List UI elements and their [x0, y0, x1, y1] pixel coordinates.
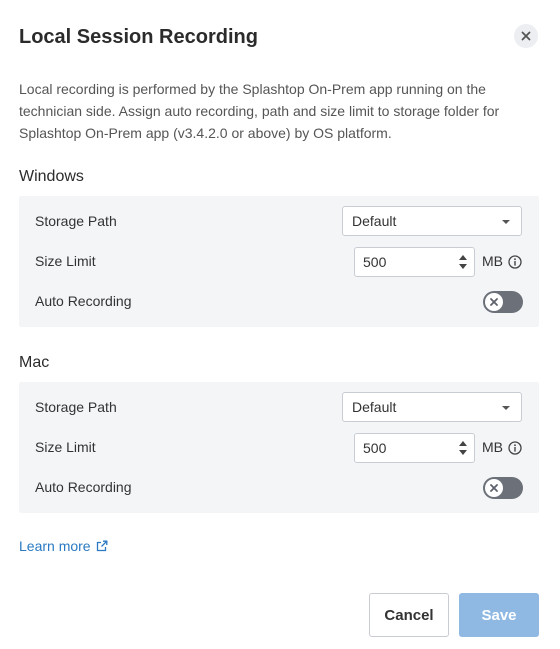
mac-section-title: Mac — [19, 354, 50, 371]
chevron-down-icon — [502, 220, 510, 224]
windows-auto-recording-label: Auto Recording — [35, 293, 132, 309]
cancel-button[interactable]: Cancel — [369, 593, 449, 637]
windows-size-limit-value: 500 — [363, 254, 387, 270]
mac-storage-path-select[interactable]: Default — [342, 392, 522, 422]
windows-section-title: Windows — [19, 168, 84, 185]
info-icon[interactable] — [508, 441, 522, 455]
x-icon — [490, 484, 498, 492]
dialog-title: Local Session Recording — [19, 26, 258, 48]
learn-more-link[interactable]: Learn more — [19, 538, 108, 554]
windows-auto-recording-toggle[interactable] — [483, 291, 523, 313]
spinner-arrows-icon[interactable] — [459, 255, 467, 269]
windows-size-unit: MB — [482, 253, 503, 269]
learn-more-label: Learn more — [19, 538, 91, 554]
mac-settings-panel: Storage Path Default Size Limit 500 MB A… — [19, 382, 539, 513]
mac-auto-recording-label: Auto Recording — [35, 479, 132, 495]
chevron-down-icon — [502, 406, 510, 410]
windows-storage-path-label: Storage Path — [35, 213, 117, 229]
windows-storage-path-select[interactable]: Default — [342, 206, 522, 236]
info-icon[interactable] — [508, 255, 522, 269]
save-button[interactable]: Save — [459, 593, 539, 637]
mac-storage-path-label: Storage Path — [35, 399, 117, 415]
mac-storage-path-value: Default — [352, 399, 397, 415]
close-button[interactable] — [514, 24, 538, 48]
mac-auto-recording-toggle[interactable] — [483, 477, 523, 499]
windows-storage-path-value: Default — [352, 213, 397, 229]
external-link-icon — [96, 540, 108, 552]
mac-size-limit-value: 500 — [363, 440, 387, 456]
windows-settings-panel: Storage Path Default Size Limit 500 MB A… — [19, 196, 539, 327]
windows-size-limit-input[interactable]: 500 — [354, 247, 475, 277]
dialog-description: Local recording is performed by the Spla… — [19, 81, 500, 141]
windows-size-limit-label: Size Limit — [35, 253, 96, 269]
close-icon — [521, 31, 531, 41]
mac-size-unit: MB — [482, 439, 503, 455]
mac-size-limit-input[interactable]: 500 — [354, 433, 475, 463]
local-session-recording-dialog: Local Session Recording Local recording … — [0, 0, 560, 649]
mac-size-limit-label: Size Limit — [35, 439, 96, 455]
spinner-arrows-icon[interactable] — [459, 441, 467, 455]
x-icon — [490, 298, 498, 306]
